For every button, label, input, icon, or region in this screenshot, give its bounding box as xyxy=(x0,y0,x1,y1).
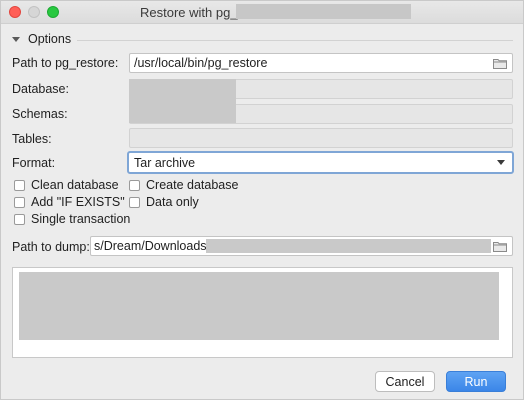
data-only-checkbox[interactable]: Data only xyxy=(129,195,199,209)
restore-dialog: Restore with pg_restore Options Path to … xyxy=(0,0,524,400)
schemas-label: Schemas: xyxy=(12,107,68,121)
output-redacted-region xyxy=(19,272,499,340)
single-transaction-checkbox[interactable]: Single transaction xyxy=(14,212,130,226)
chevron-down-icon xyxy=(497,160,505,165)
run-button[interactable]: Run xyxy=(446,371,506,392)
options-divider xyxy=(77,40,513,41)
path-to-dump-value: s/Dream/Downloads/ xyxy=(94,239,211,253)
output-log-area[interactable] xyxy=(12,267,513,358)
dump-path-redacted-region xyxy=(206,239,491,253)
format-selected-value: Tar archive xyxy=(134,156,196,170)
database-label: Database: xyxy=(12,82,69,96)
title-bar: Restore with pg_restore xyxy=(1,1,523,24)
create-database-checkbox[interactable]: Create database xyxy=(129,178,238,192)
checkbox-box[interactable] xyxy=(14,179,25,191)
checkbox-box[interactable] xyxy=(14,196,25,208)
format-label: Format: xyxy=(12,156,56,170)
path-to-dump-label: Path to dump: xyxy=(12,240,90,254)
cancel-button[interactable]: Cancel xyxy=(375,371,435,392)
close-window-button[interactable] xyxy=(9,6,21,18)
path-to-dump-field[interactable]: s/Dream/Downloads/ xyxy=(90,236,513,256)
maximize-window-button[interactable] xyxy=(47,6,59,18)
folder-icon[interactable] xyxy=(493,241,507,252)
format-select[interactable]: Tar archive xyxy=(127,151,514,174)
folder-icon[interactable] xyxy=(493,58,507,69)
add-if-exists-checkbox[interactable]: Add "IF EXISTS" xyxy=(14,195,125,209)
database-redacted-region xyxy=(129,79,236,123)
minimize-window-button[interactable] xyxy=(28,6,40,18)
single-transaction-label: Single transaction xyxy=(31,212,131,226)
data-only-label: Data only xyxy=(146,195,199,209)
checkbox-box[interactable] xyxy=(14,213,25,225)
path-to-pg-restore-value: /usr/local/bin/pg_restore xyxy=(134,56,268,70)
checkbox-box[interactable] xyxy=(129,196,140,208)
title-redacted-region xyxy=(236,4,411,19)
create-database-label: Create database xyxy=(146,178,239,192)
clean-database-label: Clean database xyxy=(31,178,119,192)
path-to-pg-restore-label: Path to pg_restore: xyxy=(12,56,119,70)
triangle-down-icon xyxy=(12,36,20,42)
options-section-toggle[interactable]: Options xyxy=(12,31,71,47)
tables-field[interactable] xyxy=(129,128,513,148)
checkbox-box[interactable] xyxy=(129,179,140,191)
path-to-pg-restore-field[interactable]: /usr/local/bin/pg_restore xyxy=(129,53,513,73)
add-if-exists-label: Add "IF EXISTS" xyxy=(31,195,125,209)
tables-label: Tables: xyxy=(12,132,52,146)
options-section-label: Options xyxy=(28,32,72,46)
clean-database-checkbox[interactable]: Clean database xyxy=(14,178,119,192)
